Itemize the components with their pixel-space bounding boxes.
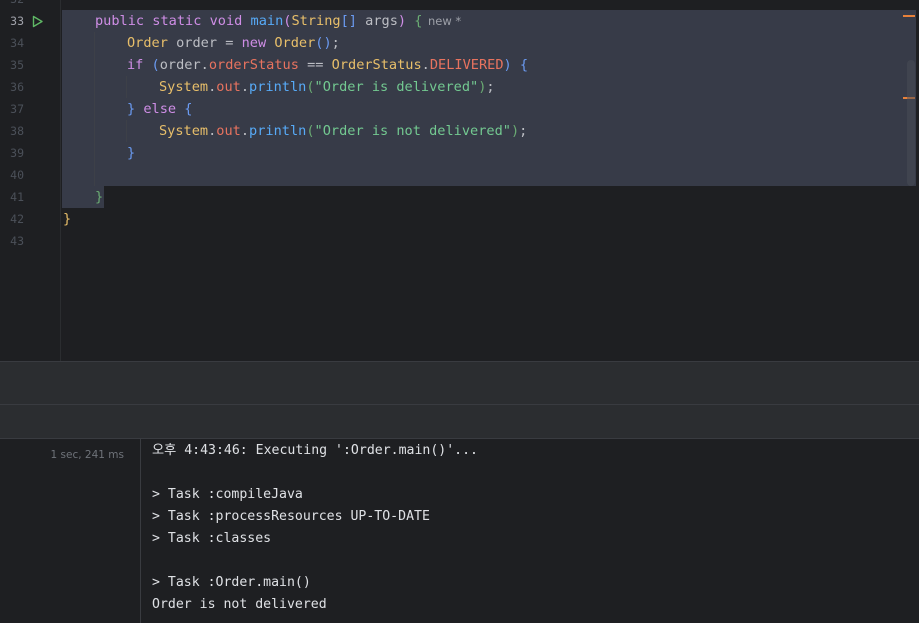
console-output[interactable]: 오후 4:43:46: Executing ':Order.main()'...… xyxy=(152,440,478,616)
code-line-41[interactable]: } xyxy=(62,186,103,208)
brace: } xyxy=(127,145,136,161)
field-name: out xyxy=(216,123,241,139)
line-number: 36 xyxy=(10,80,24,94)
brace: } xyxy=(127,101,136,117)
brace: } xyxy=(63,211,72,227)
paren: ( xyxy=(306,123,315,139)
code-text: order. xyxy=(159,57,209,73)
code-line-33[interactable]: public static void main(String[] args) { xyxy=(62,10,422,32)
type-name: String xyxy=(291,13,341,29)
console-line: 오후 4:43:46: Executing ':Order.main()'... xyxy=(152,443,478,458)
type-name: OrderStatus xyxy=(331,57,422,73)
code-line-34[interactable]: Order order = new Order(); xyxy=(62,32,340,54)
inlay-hint-author[interactable]: new * xyxy=(428,10,461,32)
paren: ) xyxy=(503,57,512,73)
line-number: 34 xyxy=(10,36,24,50)
dot: . xyxy=(421,57,430,73)
keyword: else xyxy=(135,101,177,117)
tool-window-header xyxy=(0,361,919,404)
semicolon: ; xyxy=(519,123,528,139)
code-line-35[interactable]: if (order.orderStatus == OrderStatus.DEL… xyxy=(62,54,528,76)
line-number: 38 xyxy=(10,124,24,138)
type-name: Order xyxy=(127,35,168,51)
enum-constant: DELIVERED xyxy=(429,57,504,73)
paren: ) xyxy=(397,13,407,29)
console-line: > Task :compileJava xyxy=(152,487,303,502)
line-number: 35 xyxy=(10,58,24,72)
field-name: out xyxy=(216,79,241,95)
line-number: 32 xyxy=(0,0,24,10)
line-number: 42 xyxy=(10,212,24,226)
code-text: order = xyxy=(167,35,242,51)
line-number: 40 xyxy=(10,168,24,182)
brace: { xyxy=(511,57,529,73)
run-duration: 1 sec, 241 ms xyxy=(50,449,124,461)
line-number-gutter[interactable]: 32 33 34 35 36 37 38 39 40 41 42 43 xyxy=(0,0,61,361)
brace: } xyxy=(95,189,104,205)
line-number: 37 xyxy=(10,102,24,116)
code-line-37[interactable]: } else { xyxy=(62,98,192,120)
method-name: println xyxy=(249,123,307,139)
string-literal: "Order is delivered" xyxy=(314,79,479,95)
brace: { xyxy=(406,13,423,29)
keyword: void xyxy=(209,13,243,29)
code-line-42[interactable]: } xyxy=(62,208,71,230)
semicolon: ; xyxy=(331,35,340,51)
run-tree-panel[interactable]: 1 sec, 241 ms xyxy=(0,439,141,623)
run-gutter-icon[interactable] xyxy=(31,10,45,32)
param-name: args xyxy=(356,13,398,29)
brace: { xyxy=(176,101,193,117)
method-name: main xyxy=(250,13,284,29)
paren: ( xyxy=(143,57,160,73)
editor-scrollbar[interactable] xyxy=(907,60,915,186)
type-name: Order xyxy=(266,35,316,51)
paren: () xyxy=(315,35,332,51)
console-line: > Task :Order.main() xyxy=(152,575,311,590)
code-line-38[interactable]: System.out.println("Order is not deliver… xyxy=(62,120,527,142)
semicolon: ; xyxy=(486,79,495,95)
run-toolbar xyxy=(0,404,919,438)
type-name: System xyxy=(159,123,209,139)
brackets: [] xyxy=(340,13,357,29)
code-editor[interactable]: 32 33 34 35 36 37 38 39 40 41 42 43 publ… xyxy=(0,0,919,361)
paren: ( xyxy=(306,79,315,95)
field-name: orderStatus xyxy=(208,57,299,73)
keyword: if xyxy=(127,57,144,73)
line-number: 41 xyxy=(10,190,24,204)
keyword: new xyxy=(241,35,267,51)
console-line: > Task :classes xyxy=(152,531,272,546)
type-name: System xyxy=(159,79,209,95)
string-literal: "Order is not delivered" xyxy=(314,123,511,139)
error-stripe-marker[interactable] xyxy=(903,15,915,17)
method-name: println xyxy=(249,79,307,95)
console-line: > Task :processResources UP-TO-DATE xyxy=(152,509,430,524)
dot: . xyxy=(240,79,250,95)
line-number: 39 xyxy=(10,146,24,160)
line-number: 43 xyxy=(10,234,24,248)
line-number-active: 33 xyxy=(10,14,24,28)
code-line-39[interactable]: } xyxy=(62,142,135,164)
code-line-36[interactable]: System.out.println("Order is delivered")… xyxy=(62,76,495,98)
play-icon xyxy=(32,15,43,27)
operator: == xyxy=(298,57,332,73)
console-line: Order is not delivered xyxy=(152,597,327,612)
dot: . xyxy=(240,123,250,139)
keyword: public xyxy=(95,13,145,29)
paren: ) xyxy=(510,123,520,139)
keyword: static xyxy=(152,13,202,29)
run-console[interactable]: 1 sec, 241 ms 오후 4:43:46: Executing ':Or… xyxy=(0,438,919,623)
